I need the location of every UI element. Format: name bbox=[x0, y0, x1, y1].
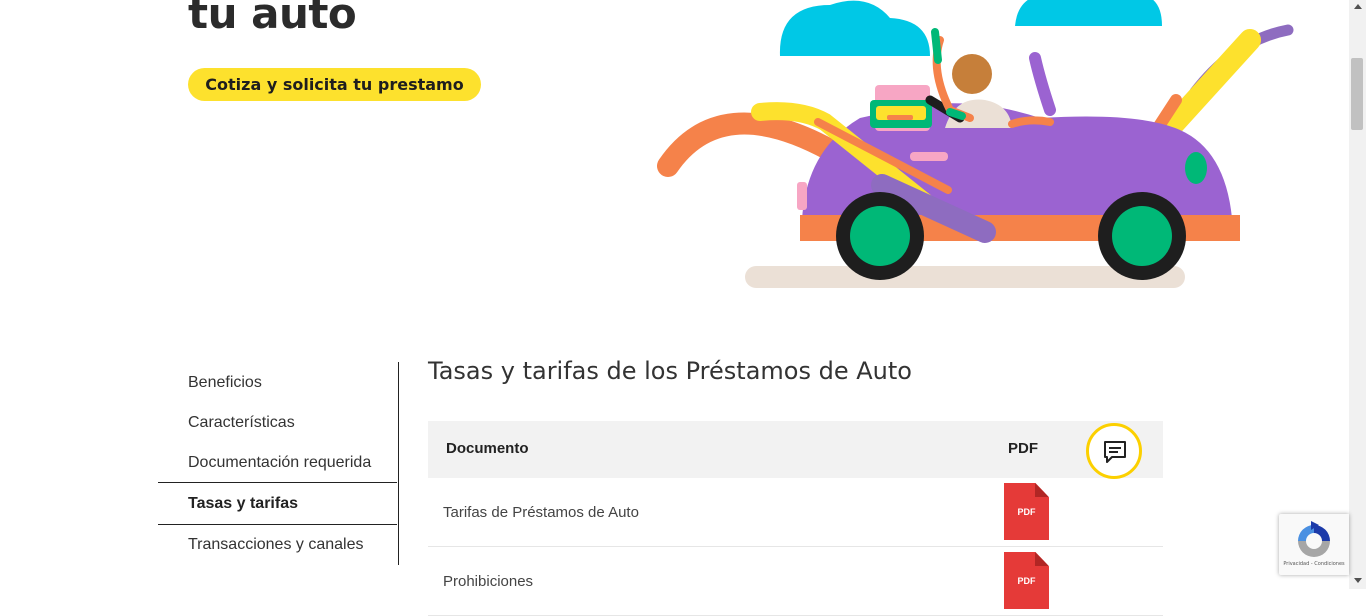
scrollbar-thumb[interactable] bbox=[1351, 58, 1363, 130]
documents-table: Documento PDF Tarifas de Préstamos de Au… bbox=[428, 421, 1163, 616]
table-row: Prohibiciones PDF bbox=[428, 547, 1163, 616]
recaptcha-privacy-link[interactable]: Privacidad bbox=[1283, 561, 1309, 567]
chat-button[interactable] bbox=[1086, 423, 1142, 479]
recaptcha-terms-link[interactable]: Condiciones bbox=[1314, 561, 1344, 567]
nav-item-documentacion-requerida[interactable]: Documentación requerida bbox=[158, 453, 397, 473]
scroll-down-arrow-icon[interactable] bbox=[1354, 578, 1362, 583]
document-name: Tarifas de Préstamos de Auto bbox=[443, 504, 639, 521]
column-header-pdf: PDF bbox=[1008, 440, 1038, 457]
pdf-icon-label: PDF bbox=[1017, 576, 1036, 586]
section-title: Tasas y tarifas de los Préstamos de Auto bbox=[428, 357, 912, 385]
nav-item-tasas-y-tarifas[interactable]: Tasas y tarifas bbox=[158, 482, 397, 525]
recaptcha-icon bbox=[1298, 521, 1330, 557]
page-scrollbar[interactable] bbox=[1349, 0, 1366, 589]
nav-item-transacciones-y-canales[interactable]: Transacciones y canales bbox=[158, 535, 397, 555]
recaptcha-separator: - bbox=[1310, 561, 1313, 567]
pdf-file-icon[interactable]: PDF bbox=[1004, 483, 1049, 540]
scroll-up-arrow-icon[interactable] bbox=[1354, 4, 1362, 9]
table-row: Tarifas de Préstamos de Auto PDF bbox=[428, 478, 1163, 547]
chat-bubble-icon bbox=[1104, 441, 1126, 463]
car-travel-illustration bbox=[657, 0, 1294, 288]
hero-title: tu auto bbox=[188, 0, 357, 38]
nav-item-caracteristicas[interactable]: Características bbox=[158, 413, 397, 433]
pdf-file-icon[interactable]: PDF bbox=[1004, 552, 1049, 609]
quote-request-button[interactable]: Cotiza y solicita tu prestamo bbox=[188, 68, 481, 101]
document-name: Prohibiciones bbox=[443, 573, 534, 590]
table-header: Documento PDF bbox=[428, 421, 1163, 478]
recaptcha-badge[interactable]: Privacidad - Condiciones bbox=[1279, 514, 1349, 575]
pdf-icon-label: PDF bbox=[1017, 507, 1036, 517]
side-navigation: Beneficios Características Documentación… bbox=[158, 362, 399, 565]
column-header-documento: Documento bbox=[446, 440, 529, 457]
recaptcha-links: Privacidad - Condiciones bbox=[1279, 561, 1349, 567]
nav-item-beneficios[interactable]: Beneficios bbox=[158, 373, 397, 393]
